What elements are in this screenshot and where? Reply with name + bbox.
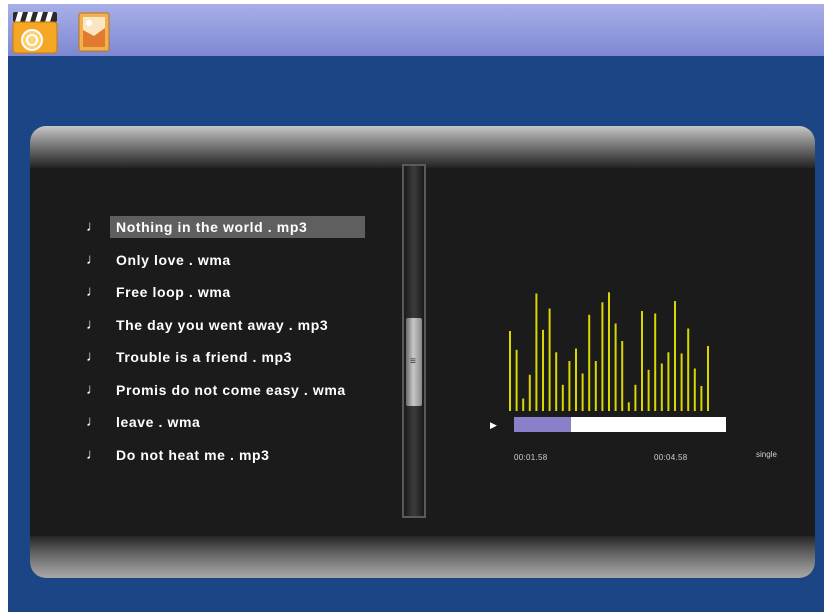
- visualizer-bar: [594, 361, 597, 411]
- playlist: ♩ Nothing in the world . mp3 ♩ Only love…: [80, 216, 410, 476]
- playlist-item[interactable]: ♩ Nothing in the world . mp3: [80, 216, 410, 238]
- visualizer-bar: [700, 386, 703, 411]
- music-note-icon: ♩: [86, 348, 102, 365]
- visualizer-bar: [588, 314, 591, 411]
- progress-bar[interactable]: [514, 417, 726, 432]
- visualizer-bar: [693, 368, 696, 411]
- visualizer-bar: [707, 346, 709, 411]
- playlist-item[interactable]: ♩ The day you went away . mp3: [80, 314, 410, 336]
- playlist-item[interactable]: ♩ Only love . wma: [80, 249, 410, 271]
- playlist-scrollbar[interactable]: ≡: [402, 164, 426, 518]
- progress-fill: [514, 417, 572, 432]
- playlist-item[interactable]: ♩ Trouble is a friend . mp3: [80, 346, 410, 368]
- visualizer-bar: [542, 329, 544, 411]
- playlist-item[interactable]: ♩ Free loop . wma: [80, 281, 410, 303]
- visualizer-bar: [555, 352, 558, 411]
- music-note-icon: ♩: [86, 250, 102, 268]
- visualizer-bar: [548, 308, 551, 411]
- visualizer-bar: [647, 369, 650, 411]
- track-label: Only love . wma: [116, 251, 231, 268]
- play-mode-label: single: [756, 450, 777, 459]
- top-app-bar: [8, 4, 824, 56]
- track-label: Free loop . wma: [116, 284, 231, 300]
- visualizer-bar: [561, 384, 564, 411]
- visualizer-bar: [522, 398, 525, 411]
- panel-header: [30, 126, 815, 168]
- track-label: leave . wma: [116, 414, 201, 430]
- music-note-icon: ♩: [86, 218, 102, 235]
- playlist-item[interactable]: ♩ Promis do not come easy . wma: [80, 379, 410, 401]
- visualizer-bar: [515, 349, 518, 411]
- track-label: Nothing in the world . mp3: [110, 216, 365, 238]
- audio-visualizer: [509, 292, 709, 411]
- music-player-panel: ♩ Nothing in the world . mp3 ♩ Only love…: [30, 126, 815, 578]
- visualizer-bar: [575, 348, 577, 411]
- screen: ♩ Nothing in the world . mp3 ♩ Only love…: [8, 4, 824, 612]
- music-note-icon: ♩: [86, 380, 102, 398]
- play-icon: ▶: [490, 420, 497, 430]
- visualizer-bar: [627, 402, 630, 411]
- visualizer-bar: [601, 302, 604, 411]
- music-note-icon: ♩: [86, 413, 102, 430]
- visualizer-bar: [680, 353, 683, 411]
- playlist-item[interactable]: ♩ Do not heat me . mp3: [80, 444, 410, 466]
- grip-icon: ≡: [410, 356, 416, 367]
- visualizer-bar: [674, 301, 676, 411]
- elapsed-time: 00:01.58: [514, 453, 548, 462]
- photo-viewer-app-icon[interactable]: [78, 12, 110, 52]
- video-player-app-icon[interactable]: [12, 10, 58, 54]
- track-label: The day you went away . mp3: [116, 316, 329, 333]
- panel-footer: [30, 536, 815, 578]
- track-label: Promis do not come easy . wma: [116, 381, 346, 398]
- visualizer-bar: [687, 328, 690, 411]
- visualizer-bar: [509, 331, 511, 411]
- total-time: 00:04.58: [654, 453, 688, 462]
- music-note-icon: ♩: [86, 283, 102, 300]
- music-note-icon: ♩: [86, 445, 102, 463]
- playlist-item[interactable]: ♩ leave . wma: [80, 411, 410, 433]
- scrollbar-thumb[interactable]: ≡: [406, 318, 422, 406]
- film-clapper-icon: [12, 12, 58, 54]
- visualizer-bar: [660, 363, 663, 411]
- visualizer-bar: [608, 292, 610, 411]
- music-note-icon: ♩: [86, 315, 102, 333]
- photo-frame-icon: [78, 12, 110, 52]
- visualizer-bar: [654, 313, 657, 411]
- visualizer-bar: [614, 323, 617, 411]
- visualizer-bar: [568, 361, 571, 411]
- visualizer-bar: [528, 374, 531, 411]
- visualizer-bar: [641, 311, 643, 411]
- visualizer-bar: [667, 352, 670, 411]
- visualizer-bar: [634, 384, 637, 411]
- visualizer-bar: [581, 373, 584, 411]
- track-label: Trouble is a friend . mp3: [116, 349, 293, 365]
- track-label: Do not heat me . mp3: [116, 446, 270, 463]
- visualizer-bar: [535, 293, 538, 411]
- visualizer-bar: [621, 341, 624, 411]
